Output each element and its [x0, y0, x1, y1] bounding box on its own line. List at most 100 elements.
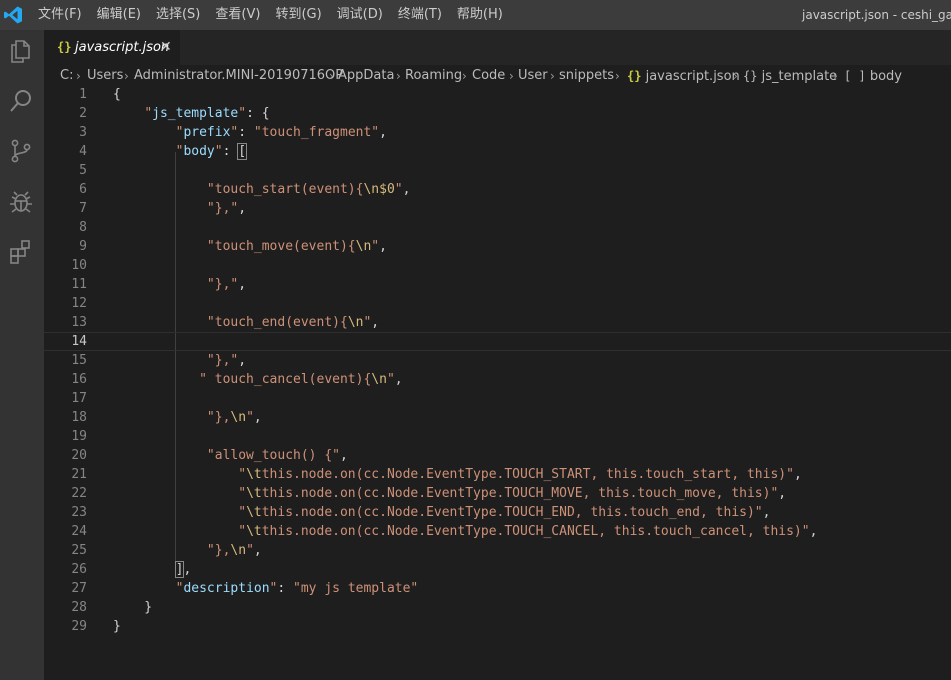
- breadcrumb-item[interactable]: Code: [472, 67, 505, 85]
- code-line[interactable]: 12: [44, 294, 951, 313]
- code-line[interactable]: 27 "description": "my js template": [44, 579, 951, 598]
- code-line[interactable]: 6 "touch_start(event){\n$0",: [44, 180, 951, 199]
- code-token: ,: [339, 448, 348, 463]
- line-number: 21: [71, 467, 87, 482]
- breadcrumb-item[interactable]: C:: [60, 67, 73, 85]
- code-token: "touch_fragment": [253, 125, 380, 140]
- line-number: 19: [71, 429, 87, 444]
- code-token: ,: [778, 486, 787, 501]
- line-number: 7: [79, 201, 87, 216]
- code-token: ,: [809, 524, 818, 539]
- code-line[interactable]: 5: [44, 161, 951, 180]
- code-line[interactable]: 9 "touch_move(event){\n",: [44, 237, 951, 256]
- code-line[interactable]: 14: [44, 332, 951, 351]
- code-line[interactable]: 15 "},",: [44, 351, 951, 370]
- code-line[interactable]: 10: [44, 256, 951, 275]
- breadcrumb-item[interactable]: Administrator.MINI-20190716OP: [134, 67, 343, 85]
- code-line[interactable]: 17: [44, 389, 951, 408]
- chevron-right-icon: ›: [329, 69, 334, 83]
- code-line[interactable]: 11 "},",: [44, 275, 951, 294]
- code-token: ": [238, 486, 247, 501]
- code-line[interactable]: 23 "\tthis.node.on(cc.Node.EventType.TOU…: [44, 503, 951, 522]
- menu-edit[interactable]: 编辑(E): [97, 0, 141, 30]
- code-token: js_template: [152, 106, 239, 121]
- menu-selection[interactable]: 选择(S): [156, 0, 200, 30]
- code-token: \t: [246, 524, 262, 539]
- code-token: "allow_touch() {": [206, 448, 340, 463]
- extensions-icon[interactable]: [7, 237, 35, 265]
- code-text: }: [113, 617, 121, 636]
- menu-help[interactable]: 帮助(H): [457, 0, 503, 30]
- menu-terminal[interactable]: 终端(T): [398, 0, 442, 30]
- tab-javascript-json[interactable]: {} javascript.json ✕: [44, 30, 180, 65]
- code-line[interactable]: 2 "js_template": {: [44, 104, 951, 123]
- menu-view[interactable]: 查看(V): [215, 0, 260, 30]
- code-token: ": [214, 144, 223, 159]
- code-token: "},": [206, 201, 239, 216]
- code-line[interactable]: 19: [44, 427, 951, 446]
- code-text: "\tthis.node.on(cc.Node.EventType.TOUCH_…: [113, 522, 817, 541]
- menu-debug[interactable]: 调试(D): [337, 0, 383, 30]
- code-line[interactable]: 4 "body": [: [44, 142, 951, 161]
- code-text: "},\n",: [113, 541, 262, 560]
- close-icon[interactable]: ✕: [160, 30, 172, 65]
- code-line[interactable]: 7 "},",: [44, 199, 951, 218]
- code-token: "},": [206, 353, 239, 368]
- code-token: \n: [371, 372, 387, 387]
- code-token: \n: [355, 239, 372, 254]
- code-text: " touch_cancel(event){\n",: [113, 370, 403, 389]
- breadcrumb-item[interactable]: Users: [87, 67, 123, 85]
- code-line[interactable]: 20 "allow_touch() {",: [44, 446, 951, 465]
- code-line[interactable]: 22 "\tthis.node.on(cc.Node.EventType.TOU…: [44, 484, 951, 503]
- code-line[interactable]: 13 "touch_end(event){\n",: [44, 313, 951, 332]
- code-line[interactable]: 3 "prefix": "touch_fragment",: [44, 123, 951, 142]
- breadcrumb-item[interactable]: Roaming: [405, 67, 462, 85]
- search-icon[interactable]: [7, 87, 35, 115]
- code-token: \n: [230, 410, 247, 425]
- code-line[interactable]: 28 }: [44, 598, 951, 617]
- code-line[interactable]: 16 " touch_cancel(event){\n",: [44, 370, 951, 389]
- code-text: "allow_touch() {",: [113, 446, 348, 465]
- code-token: ,: [394, 372, 403, 387]
- chevron-right-icon: ›: [509, 69, 514, 83]
- code-line[interactable]: 29}: [44, 617, 951, 636]
- line-number: 17: [71, 391, 87, 406]
- code-line[interactable]: 8: [44, 218, 951, 237]
- code-line[interactable]: 24 "\tthis.node.on(cc.Node.EventType.TOU…: [44, 522, 951, 541]
- code-token: "touch_move(event){: [206, 239, 356, 254]
- debug-icon[interactable]: [7, 187, 35, 215]
- files-icon[interactable]: [7, 37, 35, 65]
- line-number: 1: [79, 87, 87, 102]
- code-line[interactable]: 26 ],: [44, 560, 951, 579]
- vscode-logo-icon[interactable]: [3, 5, 23, 25]
- menu-go[interactable]: 转到(G): [275, 0, 321, 30]
- menu-file[interactable]: 文件(F): [38, 0, 82, 30]
- breadcrumb-item[interactable]: {} javascript.json: [627, 67, 740, 86]
- breadcrumb-item[interactable]: AppData: [338, 67, 394, 85]
- source-control-icon[interactable]: [7, 137, 35, 165]
- breadcrumb-item[interactable]: {} js_template: [743, 67, 837, 86]
- code-token: }: [113, 600, 153, 615]
- code-token: "touch_end(event){: [206, 315, 348, 330]
- code-token: this.node.on(cc.Node.EventType.TOUCH_CAN…: [261, 524, 810, 539]
- code-line[interactable]: 1{: [44, 85, 951, 104]
- breadcrumb-item[interactable]: snippets: [559, 67, 614, 85]
- code-line[interactable]: 21 "\tthis.node.on(cc.Node.EventType.TOU…: [44, 465, 951, 484]
- code-token: ": [238, 524, 247, 539]
- breadcrumb-item[interactable]: User: [518, 67, 548, 85]
- breadcrumb-item[interactable]: [ ] body: [844, 67, 902, 86]
- code-editor[interactable]: 1{2 "js_template": {3 "prefix": "touch_f…: [44, 85, 951, 680]
- code-token: "},": [206, 277, 239, 292]
- code-token: description: [183, 581, 270, 596]
- code-token: ,: [238, 201, 247, 216]
- code-line[interactable]: 25 "},\n",: [44, 541, 951, 560]
- code-token: prefix: [183, 125, 231, 140]
- code-line[interactable]: 18 "},\n",: [44, 408, 951, 427]
- code-token: }: [113, 619, 121, 634]
- line-number: 9: [79, 239, 87, 254]
